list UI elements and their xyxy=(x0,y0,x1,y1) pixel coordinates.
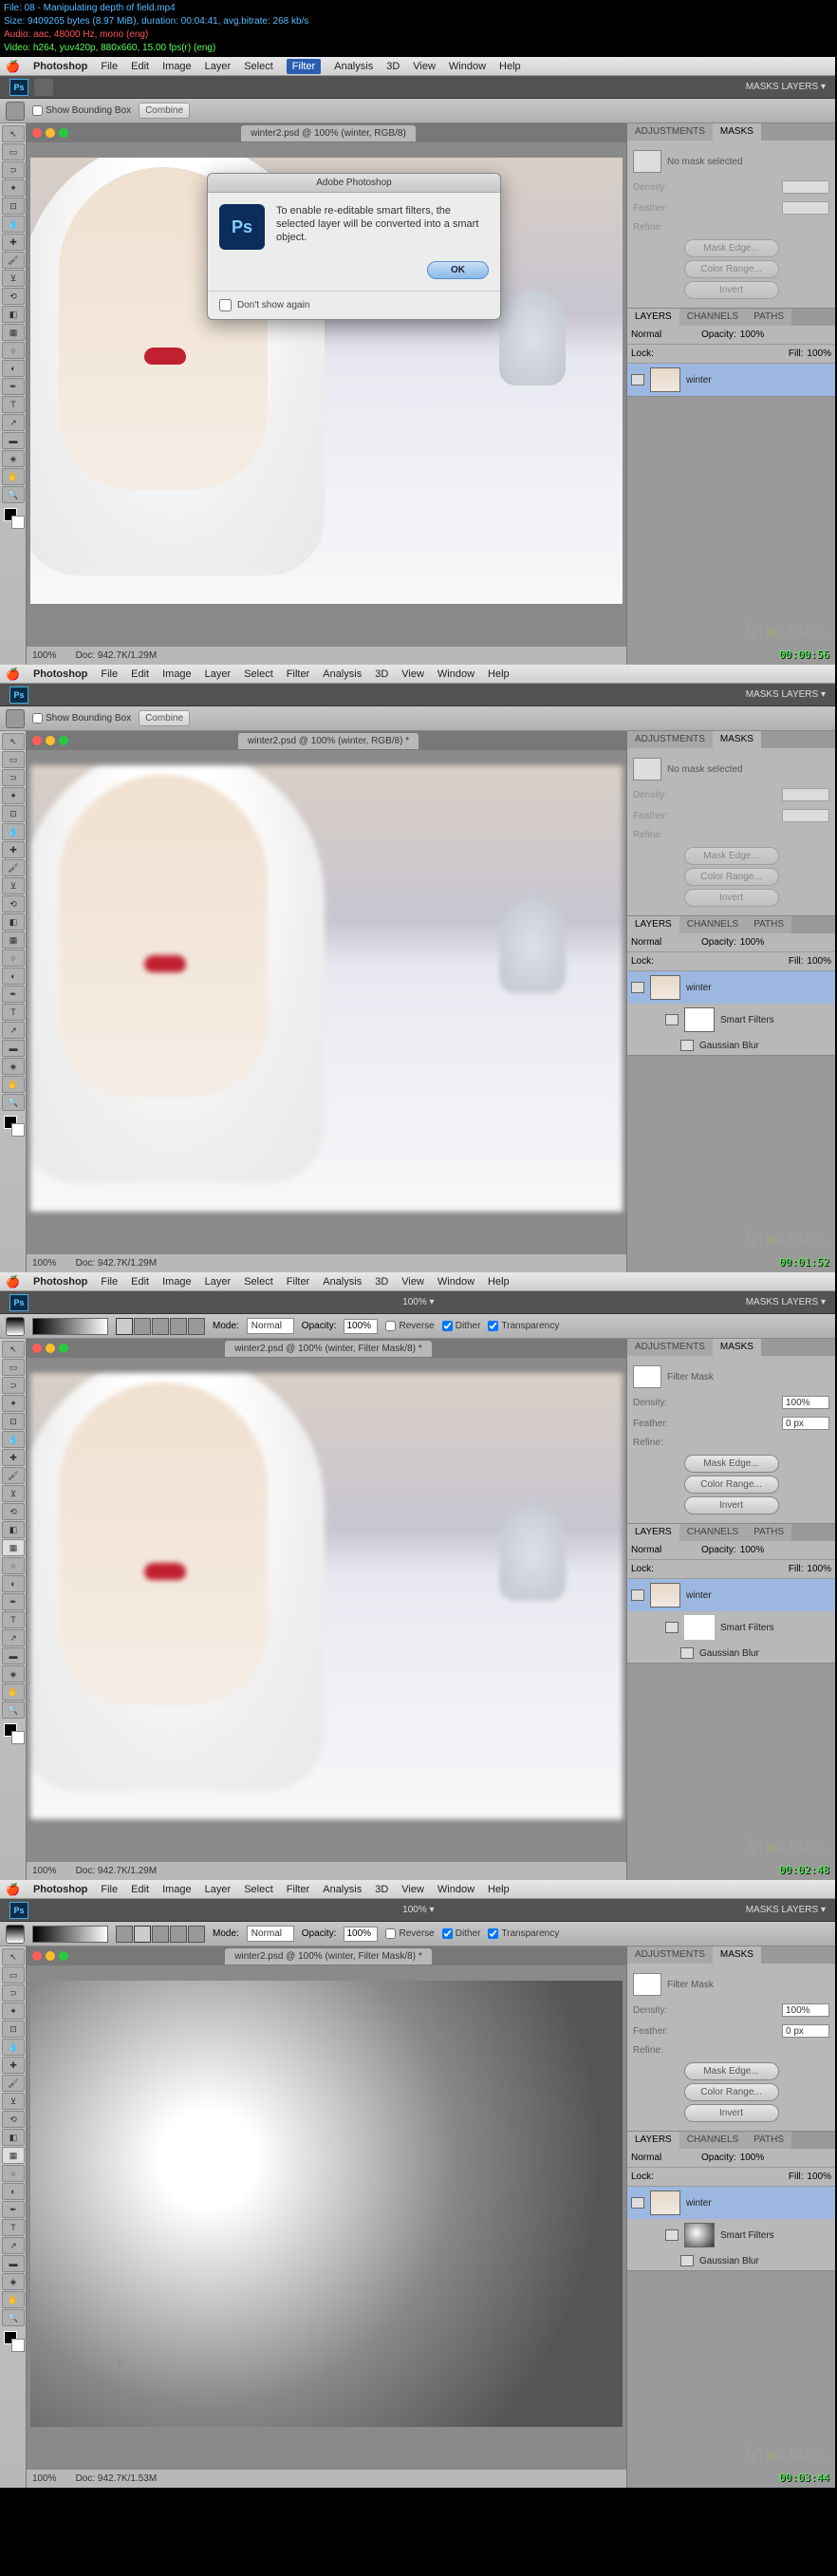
tools-panel: ↖ ▭ ⊃ ✦ ⊡ 💧 ✚ 🖌 ⊻ ⟲ ◧ ▦ ○ ◐ ✒ T ↗ ▬ ◈ ✋ … xyxy=(0,123,27,665)
smart-filters-row[interactable]: Smart Filters xyxy=(627,1004,835,1036)
shape-tool-icon[interactable]: ▬ xyxy=(2,432,25,449)
eraser-tool-icon[interactable]: ◧ xyxy=(2,306,25,323)
zoom-tool-icon[interactable]: 🔍 xyxy=(2,486,25,503)
history-tool-icon[interactable]: ⟲ xyxy=(2,288,25,305)
bridge-icon[interactable] xyxy=(34,79,53,96)
blend-mode-select[interactable]: Normal xyxy=(631,329,698,340)
watermark: lynda.com xyxy=(745,617,826,642)
panels-area: ADJUSTMENTSMASKS No mask selected Densit… xyxy=(626,123,835,665)
gradient-type-buttons xyxy=(116,1318,205,1335)
doc-size[interactable]: Doc: 942.7K/1.29M xyxy=(76,650,158,661)
video-metadata: File: 08 - Manipulating depth of field.m… xyxy=(0,0,837,57)
zoom-level[interactable]: 100% xyxy=(32,650,57,661)
brush-tool-icon[interactable]: 🖌 xyxy=(2,252,25,269)
ok-button[interactable]: OK xyxy=(427,261,489,279)
density-input[interactable]: 100% xyxy=(782,1396,829,1409)
mode-select[interactable]: Normal xyxy=(247,1318,294,1334)
hand-tool-icon[interactable]: ✋ xyxy=(2,468,25,485)
adjustments-tab[interactable]: ADJUSTMENTS xyxy=(627,123,713,141)
status-bar: 100% Doc: 942.7K/1.29M xyxy=(27,646,626,665)
ps-dialog-icon: Ps xyxy=(219,204,265,250)
ps-icon[interactable]: Ps xyxy=(9,79,28,96)
stamp-tool-icon[interactable]: ⊻ xyxy=(2,270,25,287)
marquee-tool-icon[interactable]: ▭ xyxy=(2,143,25,160)
timestamp: 00:00:56 xyxy=(779,649,829,661)
filter-mask-thumb-gradient xyxy=(684,2223,715,2247)
gradient-options-bar: Mode:Normal Opacity:100% Reverse Dither … xyxy=(0,1314,835,1339)
workspace-menu[interactable]: MASKS LAYERS ▾ xyxy=(746,82,826,92)
filter-mask-thumb[interactable] xyxy=(633,1365,661,1388)
opacity-input[interactable]: 100% xyxy=(344,1319,378,1334)
radial-gradient-icon[interactable] xyxy=(134,1926,151,1943)
screenshot-1: 🍎 Photoshop File Edit Image Layer Select… xyxy=(0,57,835,665)
masks-tab[interactable]: MASKS xyxy=(713,123,761,141)
mac-menubar: 🍎 Photoshop File Edit Image Layer Select… xyxy=(0,57,835,76)
gradient-tool-icon[interactable] xyxy=(6,1317,25,1336)
dont-show-check[interactable] xyxy=(219,299,232,311)
color-swatches[interactable] xyxy=(2,508,24,533)
gradient-tool-icon[interactable]: ▦ xyxy=(2,324,25,341)
screenshot-3: 🍎PhotoshopFileEditImageLayerSelectFilter… xyxy=(0,1272,835,1880)
dodge-tool-icon[interactable]: ◐ xyxy=(2,360,25,377)
filter-mask-thumb xyxy=(684,1615,715,1640)
transparency-check[interactable]: Transparency xyxy=(488,1321,559,1331)
angle-gradient-icon[interactable] xyxy=(152,1318,169,1335)
layer-winter[interactable]: winter xyxy=(627,364,835,396)
document-tabbar: winter2.psd @ 100% (winter, RGB/8) xyxy=(27,123,626,142)
reverse-check[interactable]: Reverse xyxy=(385,1321,434,1331)
mask-thumb-icon xyxy=(633,150,661,173)
screenshot-2: 🍎 Photoshop FileEditImageLayerSelectFilt… xyxy=(0,665,835,1272)
reflected-gradient-icon[interactable] xyxy=(170,1318,187,1335)
layer-winter[interactable]: winter xyxy=(627,971,835,1004)
application-bar: Ps MASKS LAYERS ▾ xyxy=(0,76,835,99)
tool-preset-icon[interactable] xyxy=(6,102,25,121)
gaussian-blur-row[interactable]: Gaussian Blur xyxy=(627,1036,835,1055)
path-tool-icon[interactable]: ↗ xyxy=(2,414,25,431)
mac-menubar: 🍎 Photoshop FileEditImageLayerSelectFilt… xyxy=(0,665,835,684)
crop-tool-icon[interactable]: ⊡ xyxy=(2,197,25,215)
apple-menu-icon[interactable]: 🍎 xyxy=(6,60,20,73)
opacity-input[interactable]: 100% xyxy=(740,329,765,340)
document-tab[interactable]: winter2.psd @ 100% (winter, RGB/8) xyxy=(241,125,416,141)
pen-tool-icon[interactable]: ✒ xyxy=(2,378,25,395)
move-tool-icon[interactable]: ↖ xyxy=(2,125,25,142)
visibility-icon[interactable] xyxy=(631,374,644,385)
blur-tool-icon[interactable]: ○ xyxy=(2,342,25,359)
diamond-gradient-icon[interactable] xyxy=(188,1318,205,1335)
options-bar: Show Bounding Box Combine xyxy=(0,99,835,123)
channels-tab[interactable]: CHANNELS xyxy=(679,309,746,326)
color-range-button[interactable]: Color Range... xyxy=(684,260,779,278)
tools-panel: ↖▭⊃✦⊡💧✚🖌⊻⟲◧▦○◐✒T↗▬◈✋🔍 xyxy=(0,731,27,1272)
3d-tool-icon[interactable]: ◈ xyxy=(2,450,25,467)
gradient-picker[interactable] xyxy=(32,1318,108,1335)
screenshot-4: 🍎PhotoshopFileEditImageLayerSelectFilter… xyxy=(0,1880,835,2488)
type-tool-icon[interactable]: T xyxy=(2,396,25,413)
dialog-message: To enable re-editable smart filters, the… xyxy=(276,204,489,250)
heal-tool-icon[interactable]: ✚ xyxy=(2,234,25,251)
crosshair-icon: + xyxy=(116,2355,123,2370)
invert-button[interactable]: Invert xyxy=(684,281,779,299)
menu-filter[interactable]: Filter xyxy=(287,59,321,74)
fill-input[interactable]: 100% xyxy=(807,348,831,359)
feather-input[interactable]: 0 px xyxy=(782,1417,829,1430)
dither-check[interactable]: Dither xyxy=(442,1321,481,1331)
combine-button[interactable]: Combine xyxy=(139,103,190,119)
eyedropper-tool-icon[interactable]: 💧 xyxy=(2,216,25,233)
show-bounding-box-check[interactable]: Show Bounding Box xyxy=(32,105,131,116)
paths-tab[interactable]: PATHS xyxy=(746,309,791,326)
smart-filter-dialog: Adobe Photoshop Ps To enable re-editable… xyxy=(207,173,501,320)
linear-gradient-icon[interactable] xyxy=(116,1318,133,1335)
filter-mask-view: + xyxy=(30,1981,623,2427)
wand-tool-icon[interactable]: ✦ xyxy=(2,179,25,197)
app-menu[interactable]: Photoshop xyxy=(33,61,87,72)
layers-tab[interactable]: LAYERS xyxy=(627,309,679,326)
lasso-tool-icon[interactable]: ⊃ xyxy=(2,161,25,179)
canvas-area[interactable]: Adobe Photoshop Ps To enable re-editable… xyxy=(27,142,626,646)
dialog-title: Adobe Photoshop xyxy=(208,174,500,193)
mask-edge-button[interactable]: Mask Edge... xyxy=(684,239,779,257)
radial-gradient-icon[interactable] xyxy=(134,1318,151,1335)
